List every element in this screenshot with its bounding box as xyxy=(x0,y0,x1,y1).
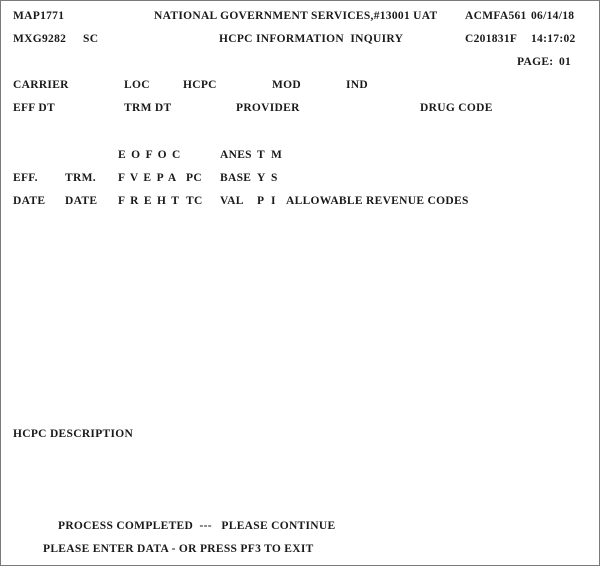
drug-code-label: DRUG CODE xyxy=(420,102,493,114)
carrier-label: CARRIER xyxy=(13,79,69,91)
col-trm: TRM. xyxy=(65,172,96,184)
col-p: P xyxy=(257,195,265,207)
screen-id: ACMFA561 xyxy=(465,10,527,22)
user-id: MXG9282 xyxy=(13,33,67,45)
col-m: M xyxy=(271,149,283,161)
ind-label: IND xyxy=(346,79,368,91)
col-tc: TC xyxy=(186,195,203,207)
page-number: 01 xyxy=(559,56,572,68)
col-s: S xyxy=(271,172,278,184)
col-anes: ANES xyxy=(220,149,252,161)
screen-title: HCPC INFORMATION INQUIRY xyxy=(219,33,404,45)
col-eff-date: DATE xyxy=(13,195,46,207)
col-flags-row2: F V E P A xyxy=(118,172,177,184)
org-name: NATIONAL GOVERNMENT SERVICES,#13001 UAT xyxy=(154,10,438,22)
provider-label: PROVIDER xyxy=(236,102,300,114)
hcpc-label: HCPC xyxy=(183,79,217,91)
col-i: I xyxy=(271,195,276,207)
col-flags-row1: E O F O C xyxy=(118,149,181,161)
col-t: T xyxy=(257,149,265,161)
map-id: MAP1771 xyxy=(13,10,65,22)
col-trm-date: DATE xyxy=(65,195,98,207)
status-message: PROCESS COMPLETED --- PLEASE CONTINUE xyxy=(58,520,336,532)
trm-dt-label: TRM DT xyxy=(124,102,172,114)
col-allowable-revenue-codes: ALLOWABLE REVENUE CODES xyxy=(286,195,469,207)
eff-dt-label: EFF DT xyxy=(13,102,55,114)
hcpc-description-label: HCPC DESCRIPTION xyxy=(13,428,134,440)
time: 14:17:02 xyxy=(531,33,576,45)
terminal-screen: MAP1771 NATIONAL GOVERNMENT SERVICES,#13… xyxy=(0,0,600,566)
prompt-message: PLEASE ENTER DATA - OR PRESS PF3 TO EXIT xyxy=(43,543,314,555)
terminal-id: C201831F xyxy=(465,33,518,45)
mod-label: MOD xyxy=(272,79,302,91)
col-pc: PC xyxy=(186,172,202,184)
col-val: VAL xyxy=(220,195,244,207)
date: 06/14/18 xyxy=(531,10,575,22)
page-label: PAGE: xyxy=(517,56,554,68)
col-y: Y xyxy=(257,172,266,184)
col-base: BASE xyxy=(220,172,252,184)
state: SC xyxy=(83,33,99,45)
col-flags-row3: F R E H T xyxy=(118,195,180,207)
loc-label: LOC xyxy=(124,79,150,91)
col-eff: EFF. xyxy=(13,172,38,184)
